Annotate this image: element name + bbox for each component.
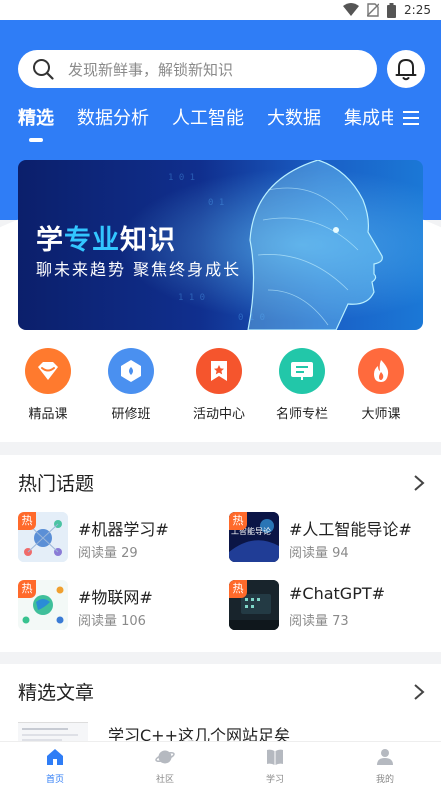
banner-title-highlight: 专业: [64, 225, 120, 256]
topic-item[interactable]: 热 #物联网# 阅读量 106: [18, 580, 218, 632]
banner-title: 学专业知识: [36, 218, 176, 257]
presentation-icon: [279, 348, 325, 394]
quick-entry-label: 精品课: [28, 407, 68, 422]
tab-featured[interactable]: 精选: [18, 104, 54, 130]
planet-icon: [155, 750, 175, 764]
nav-home[interactable]: 首页: [25, 748, 85, 785]
topic-item[interactable]: 热 #机器学习# 阅读量 29: [18, 512, 218, 564]
promo-banner[interactable]: 1 0 1 0 1 1 1 0 0 1 0 学专业知识 聊未来趋势 聚焦终身成长: [18, 160, 423, 330]
section-title: 热门话题: [18, 473, 95, 495]
hot-badge: 热: [229, 580, 247, 598]
hot-badge: 热: [18, 580, 36, 598]
svg-text:1 1 0: 1 1 0: [178, 293, 205, 303]
notification-button[interactable]: [387, 50, 425, 88]
search-icon: [33, 59, 54, 80]
quick-entry-label: 活动中心: [192, 407, 245, 422]
chevron-right-icon[interactable]: [413, 683, 425, 701]
section-title: 精选文章: [18, 682, 95, 704]
quick-entry-seminar[interactable]: 研修班: [99, 348, 163, 422]
search-placeholder: 发现新鲜事，解锁新知识: [68, 60, 234, 79]
quick-entry-label: 名师专栏: [275, 407, 328, 422]
topic-read-count: 阅读量 106: [78, 614, 146, 629]
home-icon: [47, 749, 63, 765]
banner-title-suffix: 知识: [120, 225, 176, 256]
topic-read-count: 阅读量 94: [289, 546, 349, 561]
topic-title: #物联网#: [78, 588, 153, 607]
topic-read-count: 阅读量 29: [78, 546, 138, 561]
badge-icon: [108, 348, 154, 394]
wifi-icon: [343, 3, 360, 16]
user-icon: [377, 749, 393, 765]
diamond-icon: [25, 348, 71, 394]
quick-entry-label: 大师课: [361, 407, 401, 422]
quick-entry-activity-center[interactable]: 活动中心: [187, 348, 251, 422]
battery-icon: [387, 2, 397, 18]
svg-text:0 1 0: 0 1 0: [238, 313, 265, 323]
topic-read-count: 阅读量 73: [289, 614, 349, 629]
tab-indicator: [29, 138, 43, 142]
nav-label: 社区: [155, 775, 174, 785]
hot-topics-section: 热门话题 热 #机器学习# 阅读量 29 工智能导论 热 #人工智能导论# 阅读…: [0, 455, 441, 652]
app-screen: 2:25 发现新鲜事，解锁新知识 精选 数据分析 人工智能 大数据 集成电 1 …: [0, 0, 441, 785]
nav-study[interactable]: 学习: [245, 748, 305, 785]
tab-big-data[interactable]: 大数据: [267, 104, 321, 130]
bookmark-star-icon: [196, 348, 242, 394]
menu-icon[interactable]: [401, 108, 421, 128]
quick-entry-premium-course[interactable]: 精品课: [16, 348, 80, 422]
topic-item[interactable]: 热 #ChatGPT# 阅读量 73: [229, 580, 429, 632]
book-icon: [267, 749, 283, 765]
search-input[interactable]: 发现新鲜事，解锁新知识: [18, 50, 377, 88]
chevron-right-icon[interactable]: [413, 474, 425, 492]
hot-badge: 热: [18, 512, 36, 530]
tab-data-analysis[interactable]: 数据分析: [77, 104, 149, 130]
quick-entry-label: 研修班: [111, 407, 151, 422]
status-time: 2:25: [404, 3, 431, 17]
quick-entries: 精品课 研修班 活动中心 名师专栏 大师课: [0, 348, 441, 428]
tab-integrated-circuit[interactable]: 集成电: [344, 104, 393, 130]
svg-text:0 1: 0 1: [208, 198, 224, 208]
bell-icon: [395, 59, 417, 81]
flame-icon: [358, 348, 404, 394]
topic-title: #人工智能导论#: [289, 520, 412, 539]
topic-item[interactable]: 工智能导论 热 #人工智能导论# 阅读量 94: [229, 512, 429, 564]
banner-subtitle: 聊未来趋势 聚焦终身成长: [36, 260, 242, 279]
quick-entry-master-class[interactable]: 大师课: [349, 348, 413, 422]
nav-label: 我的: [375, 775, 394, 785]
nav-profile[interactable]: 我的: [355, 748, 415, 785]
nav-label: 首页: [45, 775, 64, 785]
topic-title: #ChatGPT#: [289, 584, 386, 603]
nav-label: 学习: [265, 775, 284, 785]
banner-title-prefix: 学: [36, 225, 64, 256]
svg-text:1 0 1: 1 0 1: [168, 173, 195, 183]
no-sim-icon: [367, 3, 380, 17]
category-tabs: 精选 数据分析 人工智能 大数据 集成电: [18, 104, 393, 134]
tab-ai[interactable]: 人工智能: [172, 104, 244, 130]
status-bar: 2:25: [0, 0, 441, 20]
bottom-navigation: 首页 社区 学习 我的: [0, 741, 441, 785]
quick-entry-teacher-column[interactable]: 名师专栏: [270, 348, 334, 422]
topic-title: #机器学习#: [78, 520, 169, 539]
nav-community[interactable]: 社区: [135, 748, 195, 785]
hot-badge: 热: [229, 512, 247, 530]
